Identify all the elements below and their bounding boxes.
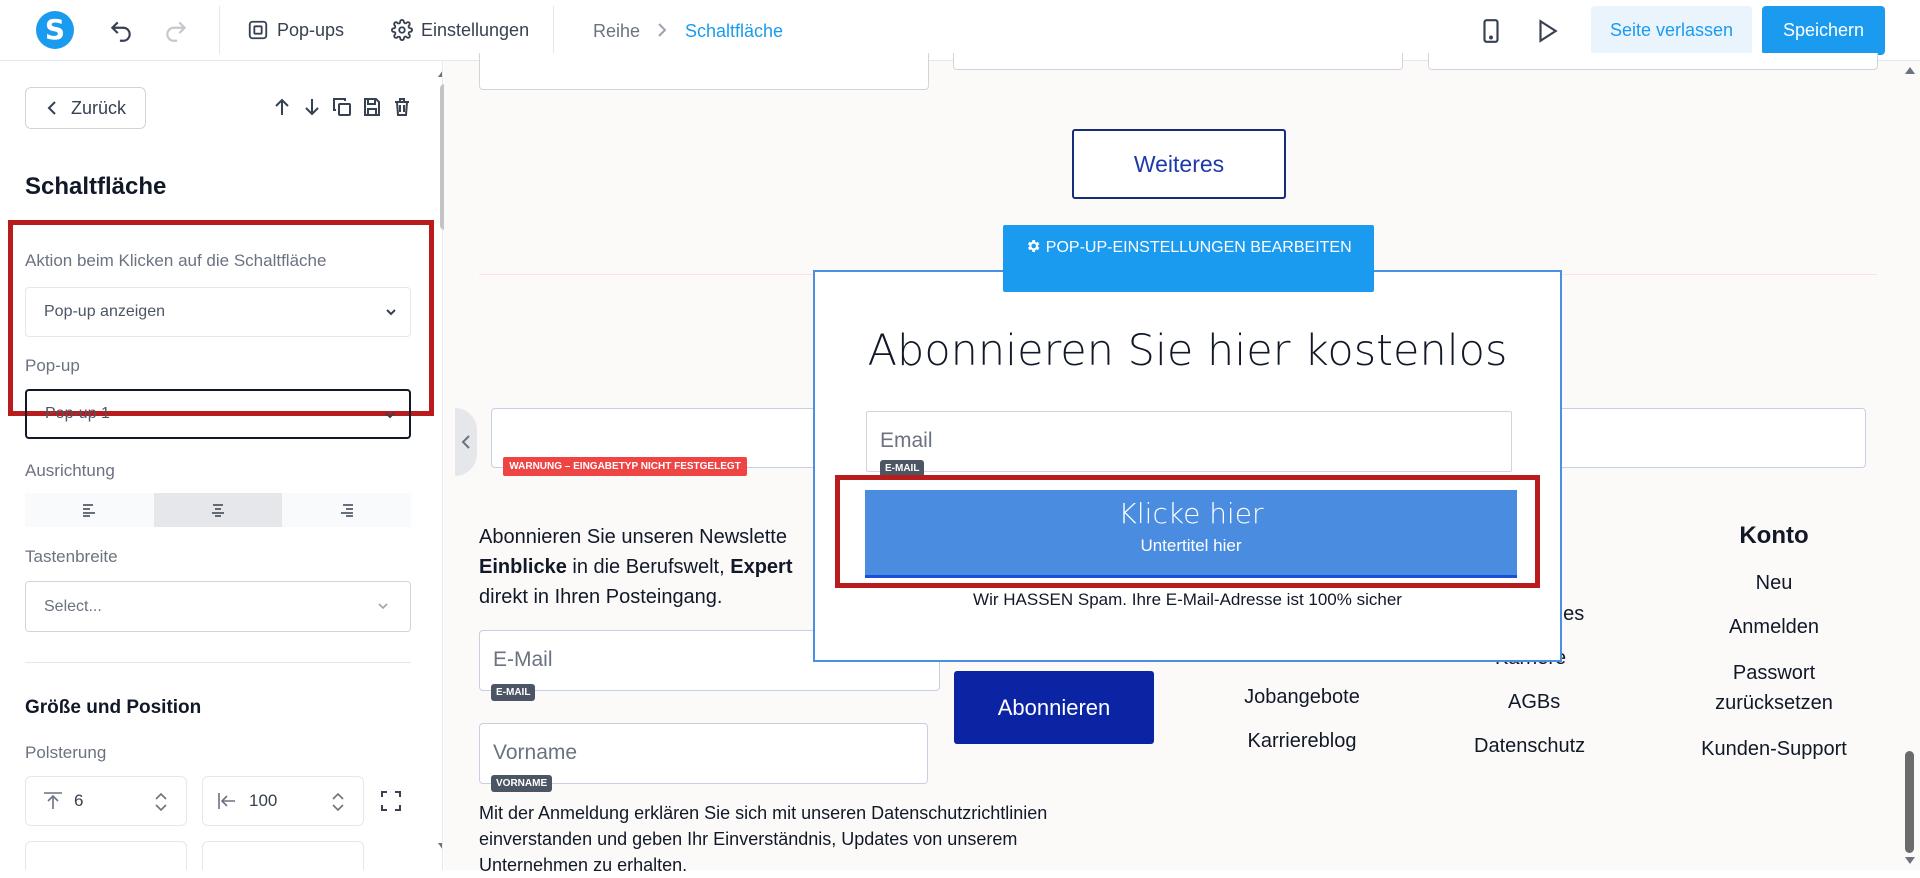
gear-icon	[391, 19, 413, 41]
padding-top-icon	[44, 792, 62, 809]
scroll-thumb[interactable]	[1905, 751, 1914, 853]
highlight-cta-box	[835, 475, 1540, 588]
email-type-badge: E-MAIL	[491, 684, 536, 701]
button-width-label: Tastenbreite	[25, 547, 118, 566]
padding-right-input[interactable]	[202, 841, 364, 870]
chevron-down-icon	[386, 309, 396, 316]
padding-bottom-input[interactable]	[25, 841, 187, 870]
footer-link[interactable]: Neu	[1686, 570, 1862, 596]
padding-label: Polsterung	[25, 743, 107, 762]
partial-input-box	[479, 53, 929, 90]
popup-email-field[interactable]: Email	[866, 411, 1512, 472]
settings-label: Einstellungen	[421, 19, 530, 40]
align-right-icon	[340, 504, 353, 517]
alignment-label: Ausrichtung	[25, 461, 115, 480]
gear-icon	[1028, 240, 1040, 252]
footer-link[interactable]: Anmelden	[1686, 614, 1862, 640]
footer-link[interactable]: Datenschutz	[1460, 733, 1610, 759]
scroll-up-icon	[1905, 67, 1915, 74]
firstname-placeholder: Vorname	[493, 741, 578, 764]
align-left-icon	[83, 504, 96, 517]
panel-title: Schaltfläche	[25, 173, 167, 200]
delete-icon[interactable]	[391, 95, 413, 119]
popup-select[interactable]: Pop-up 1	[25, 389, 411, 439]
mobile-preview-icon[interactable]	[1478, 18, 1504, 44]
footer-link[interactable]: Jobangebote	[1222, 684, 1382, 710]
footer-link[interactable]: AGBs	[1460, 689, 1610, 715]
move-up-icon[interactable]	[271, 95, 293, 119]
breadcrumb-button[interactable]: Schaltfläche	[685, 21, 783, 42]
align-left-button[interactable]	[25, 493, 154, 527]
top-toolbar: S Pop-ups Einstellungen Reihe Schaltfläc…	[0, 0, 1920, 61]
popup-value: Pop-up 1	[45, 405, 110, 422]
app-logo[interactable]: S	[36, 11, 74, 49]
duplicate-icon[interactable]	[331, 95, 353, 119]
consent-text: Mit der Anmeldung erklären Sie sich mit …	[479, 803, 1048, 875]
scroll-up-icon[interactable]	[437, 65, 442, 83]
breadcrumb-row[interactable]: Reihe	[593, 21, 640, 42]
alignment-toggle	[25, 493, 412, 527]
redo-icon[interactable]	[163, 18, 189, 44]
footer-link[interactable]: Passwort zurücksetzen	[1686, 658, 1862, 718]
save-button[interactable]: Speichern	[1762, 6, 1885, 55]
padding-top-value: 6	[74, 791, 84, 810]
stepper-icon	[155, 792, 167, 812]
action-value: Pop-up anzeigen	[44, 303, 165, 320]
footer-heading-konto: Konto	[1739, 522, 1809, 549]
align-center-icon	[212, 504, 224, 517]
back-label: Zurück	[70, 97, 126, 118]
back-button[interactable]: Zurück	[25, 87, 146, 129]
popup-preview: Abonnieren Sie hier kostenlos Email E-MA…	[813, 270, 1562, 662]
settings-menu[interactable]: Einstellungen	[391, 19, 529, 41]
padding-left-value: 100	[249, 791, 278, 810]
padding-left-icon	[218, 793, 235, 809]
partial-input-box	[953, 53, 1403, 70]
leave-page-button[interactable]: Seite verlassen	[1591, 6, 1752, 55]
undo-icon[interactable]	[108, 18, 134, 44]
popup-email-placeholder: Email	[880, 429, 933, 452]
button-width-select[interactable]: Select...	[25, 581, 411, 632]
align-right-button[interactable]	[282, 493, 412, 527]
chevron-left-icon	[47, 101, 56, 115]
padding-left-input[interactable]: 100	[202, 776, 364, 826]
stepper-icon	[332, 792, 344, 812]
footer-link[interactable]: Karriereblog	[1222, 728, 1382, 754]
button-width-placeholder: Select...	[44, 597, 102, 615]
popup-settings-button[interactable]: POP-UP-EINSTELLUNGEN BEARBEITEN	[1003, 225, 1374, 292]
padding-top-input[interactable]: 6	[25, 776, 187, 826]
weiteres-button[interactable]: Weiteres	[1072, 129, 1286, 199]
subscribe-button[interactable]: Abonnieren	[954, 671, 1154, 744]
settings-panel: Zurück Schaltfläche Aktion beim Klicken …	[0, 61, 443, 870]
popups-label: Pop-ups	[277, 19, 345, 40]
popup-settings-label: POP-UP-EINSTELLUNGEN BEARBEITEN	[1045, 239, 1352, 256]
chevron-left-icon	[461, 435, 470, 449]
action-select[interactable]: Pop-up anzeigen	[25, 287, 411, 337]
align-center-button[interactable]	[153, 493, 283, 527]
breadcrumb-separator-icon	[655, 21, 669, 44]
footer-link[interactable]: Kunden-Support	[1686, 736, 1862, 762]
chevron-down-icon	[378, 603, 388, 610]
popup-label: Pop-up	[25, 356, 80, 375]
move-down-icon[interactable]	[301, 95, 323, 119]
popup-title: Abonnieren Sie hier kostenlos	[867, 326, 1508, 376]
size-position-heading: Größe und Position	[25, 697, 202, 718]
popup-spam-note: Wir HASSEN Spam. Ihre E-Mail-Adresse ist…	[973, 590, 1402, 609]
warning-badge: WARNUNG – EINGABETYP NICHT FESTGELEGT	[503, 457, 747, 476]
scroll-down-icon	[1905, 857, 1915, 864]
firstname-type-badge: VORNAME	[491, 775, 553, 792]
expand-padding-icon[interactable]	[379, 789, 403, 818]
save-element-icon[interactable]	[361, 95, 383, 119]
chevron-down-icon	[385, 412, 395, 419]
footer-column-3: Konto Neu Anmelden Passwort zurücksetzen…	[1686, 522, 1862, 780]
action-label: Aktion beim Klicken auf die Schaltfläche	[25, 251, 327, 270]
popup-icon	[248, 20, 268, 40]
email-placeholder: E-Mail	[493, 648, 553, 671]
popups-menu[interactable]: Pop-ups	[247, 19, 344, 41]
scroll-down-icon[interactable]	[437, 839, 442, 857]
partial-input-box	[1428, 53, 1878, 70]
page-scrollbar[interactable]	[1900, 61, 1920, 870]
play-preview-icon[interactable]	[1534, 18, 1560, 44]
